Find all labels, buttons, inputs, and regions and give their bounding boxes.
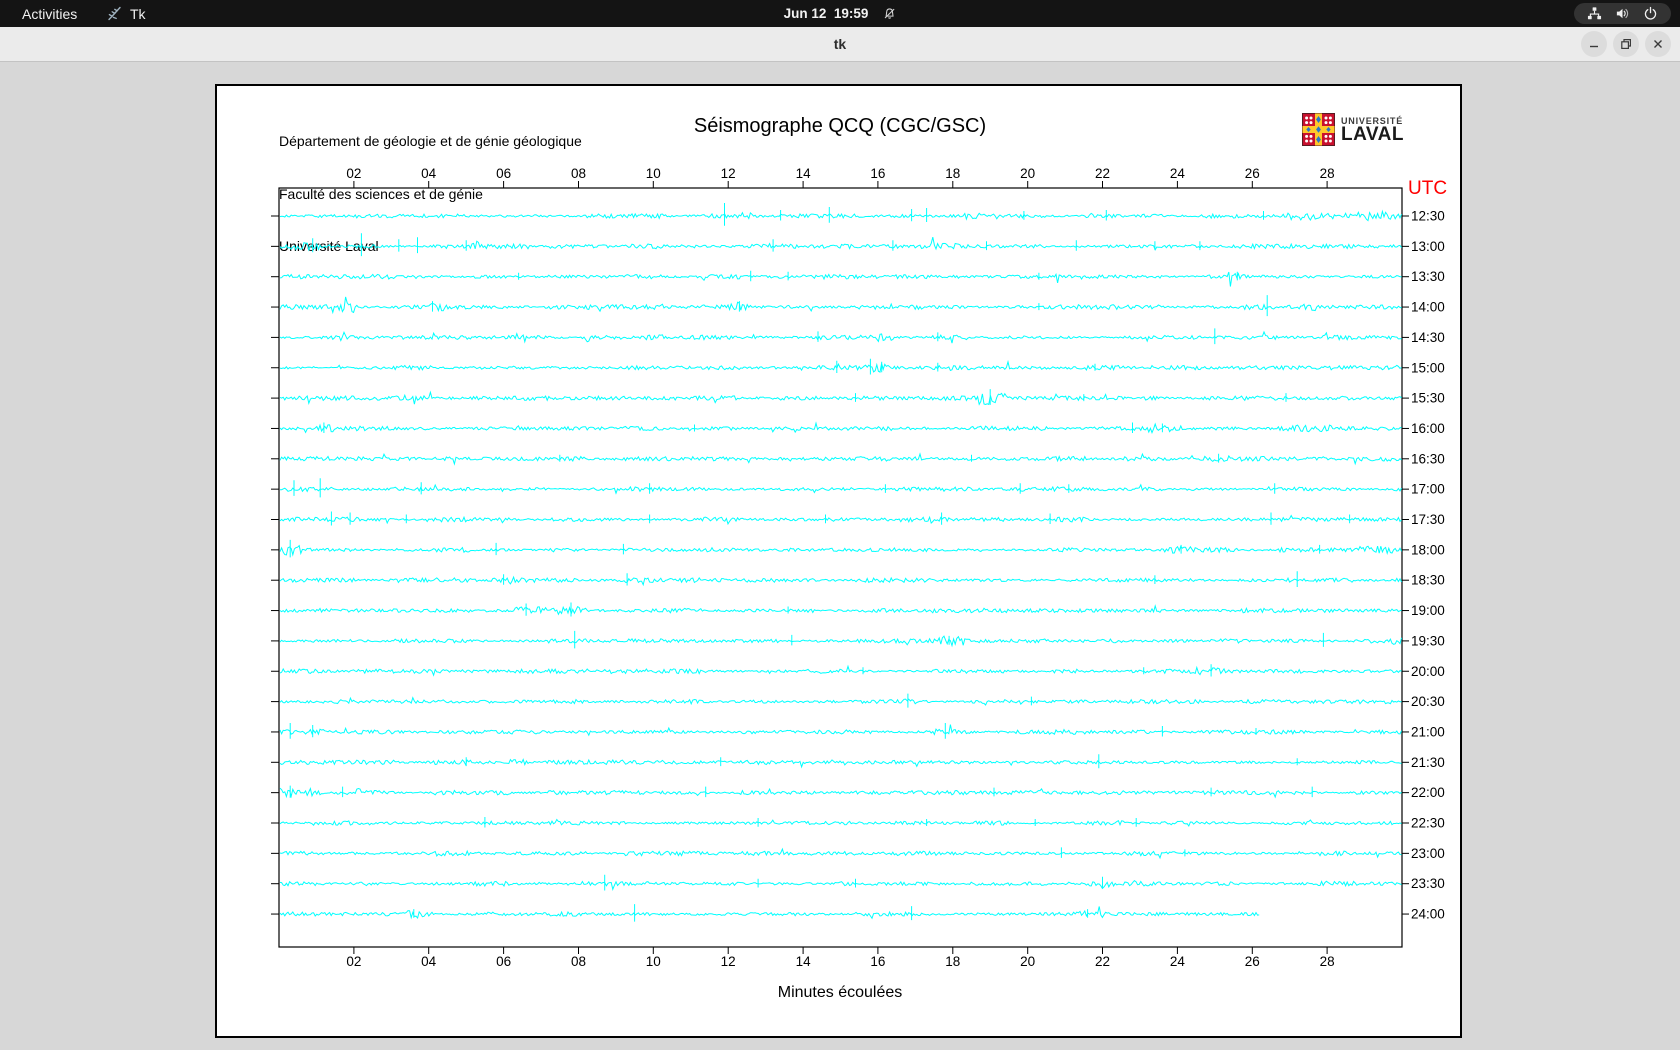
svg-text:12:30: 12:30 <box>1411 209 1445 224</box>
svg-text:12: 12 <box>721 954 736 969</box>
svg-text:13:00: 13:00 <box>1411 239 1445 254</box>
tk-app-indicator[interactable]: Tk <box>106 0 146 27</box>
notifications-muted-icon <box>882 7 896 21</box>
svg-text:17:30: 17:30 <box>1411 512 1445 527</box>
gnome-top-bar: Activities Tk Jun 12 19:59 <box>0 0 1680 27</box>
power-icon <box>1643 6 1658 21</box>
topbar-time: 19:59 <box>833 6 869 21</box>
svg-text:UTC: UTC <box>1408 178 1447 199</box>
svg-text:22:00: 22:00 <box>1411 785 1445 800</box>
svg-text:24: 24 <box>1170 954 1186 969</box>
svg-text:21:00: 21:00 <box>1411 724 1445 739</box>
svg-text:20: 20 <box>1020 166 1035 181</box>
svg-text:20:00: 20:00 <box>1411 664 1445 679</box>
minimize-button[interactable] <box>1581 31 1607 57</box>
svg-text:06: 06 <box>496 166 511 181</box>
helicorder-plot: 02 02 04 04 06 06 08 08 10 10 12 12 14 14 16 16 18 18 20 20… <box>271 166 1447 969</box>
svg-text:14: 14 <box>796 166 812 181</box>
tk-feather-icon <box>106 5 123 22</box>
svg-text:24:00: 24:00 <box>1411 907 1445 922</box>
svg-text:19:00: 19:00 <box>1411 603 1445 618</box>
svg-text:26: 26 <box>1245 166 1260 181</box>
svg-text:20: 20 <box>1020 954 1035 969</box>
clock-menu[interactable]: Jun 12 19:59 <box>784 0 897 27</box>
svg-text:24: 24 <box>1170 166 1186 181</box>
svg-text:23:00: 23:00 <box>1411 846 1445 861</box>
svg-text:14:00: 14:00 <box>1411 300 1445 315</box>
topbar-date: Jun 12 <box>783 6 827 21</box>
svg-text:22: 22 <box>1095 166 1110 181</box>
close-button[interactable] <box>1645 31 1671 57</box>
svg-text:28: 28 <box>1320 166 1335 181</box>
window-titlebar: tk <box>0 27 1680 62</box>
svg-text:02: 02 <box>346 166 361 181</box>
svg-text:18:30: 18:30 <box>1411 573 1445 588</box>
svg-text:16: 16 <box>870 954 885 969</box>
svg-text:16:00: 16:00 <box>1411 421 1445 436</box>
svg-text:15:00: 15:00 <box>1411 360 1445 375</box>
activities-button[interactable]: Activities <box>14 0 85 27</box>
svg-text:10: 10 <box>646 954 661 969</box>
svg-text:04: 04 <box>421 954 437 969</box>
volume-icon <box>1615 6 1630 21</box>
svg-text:22: 22 <box>1095 954 1110 969</box>
svg-text:15:30: 15:30 <box>1411 391 1445 406</box>
svg-text:08: 08 <box>571 954 586 969</box>
svg-text:16:30: 16:30 <box>1411 451 1445 466</box>
svg-text:23:30: 23:30 <box>1411 876 1445 891</box>
svg-text:28: 28 <box>1320 954 1335 969</box>
svg-text:10: 10 <box>646 166 661 181</box>
svg-text:13:30: 13:30 <box>1411 269 1445 284</box>
svg-text:26: 26 <box>1245 954 1260 969</box>
svg-text:02: 02 <box>346 954 361 969</box>
svg-text:14:30: 14:30 <box>1411 330 1445 345</box>
svg-text:18: 18 <box>945 954 960 969</box>
svg-text:21:30: 21:30 <box>1411 755 1445 770</box>
svg-text:14: 14 <box>796 954 812 969</box>
svg-text:22:30: 22:30 <box>1411 816 1445 831</box>
svg-text:04: 04 <box>421 166 437 181</box>
svg-text:20:30: 20:30 <box>1411 694 1445 709</box>
window-title: tk <box>833 36 847 52</box>
svg-text:18: 18 <box>945 166 960 181</box>
x-axis-title: Minutes écoulées <box>777 984 903 1001</box>
tk-app-label: Tk <box>130 5 146 22</box>
svg-text:18:00: 18:00 <box>1411 542 1445 557</box>
svg-text:08: 08 <box>571 166 586 181</box>
svg-text:17:00: 17:00 <box>1411 482 1445 497</box>
seismograph-canvas: Département de géologie et de génie géol… <box>215 84 1462 1038</box>
system-status-area[interactable] <box>1574 3 1671 24</box>
svg-text:19:30: 19:30 <box>1411 633 1445 648</box>
svg-text:06: 06 <box>496 954 511 969</box>
svg-text:12: 12 <box>721 166 736 181</box>
network-icon <box>1587 6 1602 21</box>
maximize-button[interactable] <box>1613 31 1639 57</box>
svg-text:16: 16 <box>870 166 885 181</box>
